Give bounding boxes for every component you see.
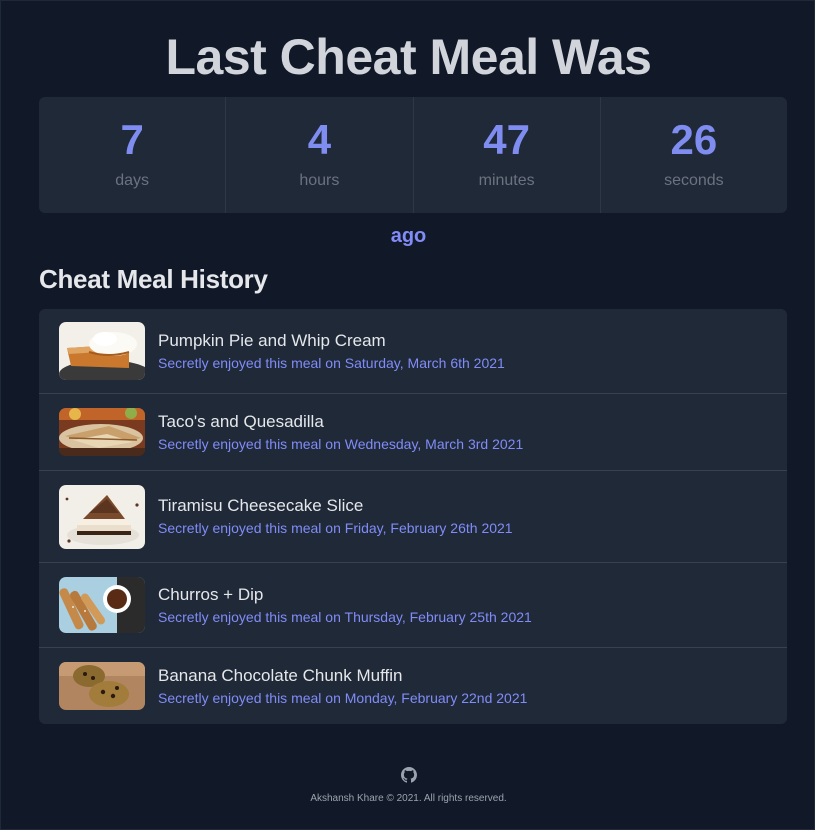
footer: Akshansh Khare © 2021. All rights reserv… [1,767,815,806]
quesadilla-photo [59,408,145,456]
meal-name: Tiramisu Cheesecake Slice [158,496,364,515]
timer-hours-label: hours [299,172,340,189]
list-item: Pumpkin Pie and Whip Cream Secretly enjo… [39,309,787,394]
timer-seconds: 26 seconds [601,97,787,213]
timer-days-label: days [115,172,150,189]
history-title: Cheat Meal History [39,264,268,294]
timer-hours-value: 4 [307,116,332,163]
list-item: Banana Chocolate Chunk Muffin Secretly e… [39,648,787,724]
timer-seconds-value: 26 [670,116,718,163]
meal-date: Secretly enjoyed this meal on Thursday, … [158,608,532,625]
timer-days: 7 days [39,97,227,213]
churros-photo [59,577,145,633]
list-item: Tiramisu Cheesecake Slice Secretly enjoy… [39,471,787,563]
timer-seconds-label: seconds [664,172,724,189]
pumpkin-pie-photo [59,322,145,380]
countdown-timer: 7 days 4 hours 47 minutes 26 seconds [39,97,787,213]
muffin-photo [59,662,145,710]
timer-days-value: 7 [120,116,144,163]
github-icon[interactable] [400,767,417,783]
list-item: Taco's and Quesadilla Secretly enjoyed t… [39,394,787,471]
copyright-text: Akshansh Khare © 2021. All rights reserv… [310,793,507,804]
meal-date: Secretly enjoyed this meal on Saturday, … [158,354,505,371]
cheesecake-photo [59,484,145,549]
timer-minutes: 47 minutes [414,97,601,213]
page-title: Last Cheat Meal Was [165,29,652,85]
meal-name: Pumpkin Pie and Whip Cream [158,330,386,350]
meal-name: Churros + Dip [158,584,264,604]
timer-minutes-value: 47 [483,116,530,163]
meal-name: Banana Chocolate Chunk Muffin [158,665,403,685]
timer-minutes-label: minutes [478,172,535,189]
meal-name: Taco's and Quesadilla [158,411,324,431]
list-item: Churros + Dip Secretly enjoyed this meal… [39,563,787,648]
ago-label: ago [390,225,427,247]
meal-date: Secretly enjoyed this meal on Monday, Fe… [158,689,528,706]
meal-date: Secretly enjoyed this meal on Wednesday,… [158,435,524,452]
meal-date: Secretly enjoyed this meal on Friday, Fe… [158,520,513,536]
timer-hours: 4 hours [226,97,414,213]
meal-history-list: Pumpkin Pie and Whip Cream Secretly enjo… [39,309,787,724]
page: Last Cheat Meal Was 7 days 4 hours 47 mi… [0,0,815,830]
